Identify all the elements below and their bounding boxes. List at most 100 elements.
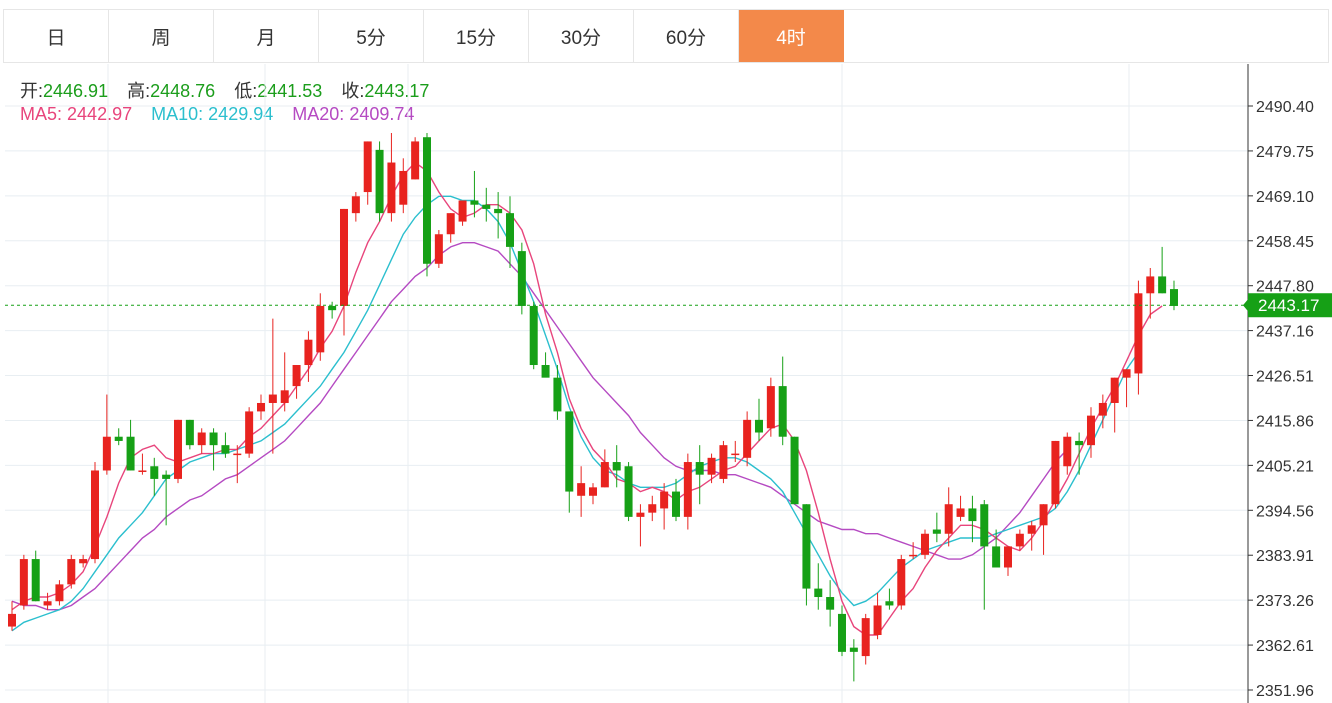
candle-body-52 bbox=[624, 466, 633, 517]
candle-body-39 bbox=[470, 200, 479, 205]
candle-body-11 bbox=[138, 470, 147, 472]
candle-body-73 bbox=[873, 605, 882, 635]
candle-body-63 bbox=[754, 419, 763, 433]
candle-body-19 bbox=[233, 453, 242, 456]
y-tick-label-12: 2362.61 bbox=[1256, 638, 1314, 655]
candle-body-67 bbox=[802, 504, 811, 589]
candle-body-7 bbox=[90, 470, 99, 560]
candle-body-15 bbox=[185, 419, 194, 446]
candle-body-50 bbox=[600, 462, 609, 488]
candle-body-29 bbox=[351, 196, 360, 214]
candle-body-33 bbox=[399, 170, 408, 205]
candle-body-69 bbox=[826, 597, 835, 610]
candle-body-37 bbox=[446, 213, 455, 235]
y-tick-label-1: 2479.75 bbox=[1256, 144, 1314, 161]
candle-body-66 bbox=[790, 436, 799, 505]
candle-body-72 bbox=[861, 618, 870, 657]
candle-body-40 bbox=[482, 204, 491, 209]
candle-body-47 bbox=[565, 411, 574, 492]
candle-body-1 bbox=[19, 559, 28, 606]
candle-body-86 bbox=[1027, 525, 1036, 534]
y-tick-label-10: 2383.91 bbox=[1256, 548, 1314, 565]
ma5-line bbox=[11, 161, 1163, 636]
y-tick-label-8: 2405.21 bbox=[1256, 458, 1314, 475]
candle-body-49 bbox=[588, 487, 597, 496]
candle-body-16 bbox=[197, 432, 206, 446]
y-tick-label-11: 2373.26 bbox=[1256, 593, 1314, 610]
candle-body-74 bbox=[885, 601, 894, 606]
y-tick-label-0: 2490.40 bbox=[1256, 99, 1314, 116]
candle-body-22 bbox=[268, 394, 277, 403]
candle-body-32 bbox=[387, 162, 396, 214]
candle-body-96 bbox=[1146, 276, 1155, 294]
y-tick-label-4: 2447.80 bbox=[1256, 279, 1314, 296]
candle-body-59 bbox=[707, 457, 716, 475]
candle-body-55 bbox=[660, 491, 669, 509]
candle-body-76 bbox=[909, 554, 918, 557]
candle-body-68 bbox=[814, 588, 823, 598]
candle-body-53 bbox=[636, 512, 645, 517]
candle-body-75 bbox=[897, 559, 906, 606]
candle-body-60 bbox=[719, 445, 728, 479]
candle-body-25 bbox=[304, 339, 313, 366]
candle-body-46 bbox=[553, 377, 562, 412]
candle-body-35 bbox=[422, 137, 431, 264]
candle-body-87 bbox=[1039, 504, 1048, 526]
candle-body-21 bbox=[256, 402, 265, 412]
candle-body-65 bbox=[778, 386, 787, 437]
candle-body-26 bbox=[316, 305, 325, 353]
candle-body-92 bbox=[1098, 402, 1107, 416]
candle-body-24 bbox=[292, 365, 301, 387]
candle-body-3 bbox=[43, 601, 52, 606]
candle-body-70 bbox=[837, 613, 846, 652]
candle-body-79 bbox=[944, 504, 953, 534]
candle-body-28 bbox=[339, 208, 348, 306]
ma20-line bbox=[11, 241, 1068, 611]
candle-body-51 bbox=[612, 462, 621, 471]
candle-body-12 bbox=[150, 466, 159, 479]
candle-body-78 bbox=[932, 529, 941, 534]
candle-body-56 bbox=[671, 491, 680, 517]
candle-body-62 bbox=[743, 419, 752, 458]
candle-body-85 bbox=[1015, 533, 1024, 547]
candle-body-93 bbox=[1110, 377, 1119, 403]
candle-body-82 bbox=[980, 504, 989, 547]
candle-body-6 bbox=[79, 559, 88, 564]
candle-body-31 bbox=[375, 149, 384, 214]
candle-body-36 bbox=[434, 234, 443, 264]
candle-body-14 bbox=[173, 419, 182, 479]
candle-body-42 bbox=[505, 213, 514, 247]
y-tick-label-2: 2469.10 bbox=[1256, 189, 1314, 206]
y-tick-label-5: 2437.16 bbox=[1256, 324, 1314, 341]
candle-body-61 bbox=[731, 453, 740, 456]
candle-body-94 bbox=[1122, 369, 1131, 378]
candle-body-83 bbox=[992, 546, 1001, 568]
candle-body-8 bbox=[102, 436, 111, 471]
candle-body-30 bbox=[363, 141, 372, 193]
y-tick-label-6: 2426.51 bbox=[1256, 369, 1314, 386]
last-price-label: 2443.17 bbox=[1258, 296, 1319, 315]
candle-body-58 bbox=[695, 462, 704, 475]
candle-body-89 bbox=[1063, 436, 1072, 467]
y-tick-label-9: 2394.56 bbox=[1256, 503, 1314, 520]
candlestick-chart[interactable]: 2490.40 2479.75 2469.10 2458.45 2447.80 2437.… bbox=[0, 0, 1332, 703]
candle-body-80 bbox=[956, 508, 965, 517]
candle-body-41 bbox=[494, 208, 503, 214]
candle-body-4 bbox=[55, 584, 64, 602]
candle-body-48 bbox=[577, 483, 586, 496]
candle-body-2 bbox=[31, 559, 40, 602]
candle-body-20 bbox=[245, 411, 254, 454]
candle-body-13 bbox=[162, 474, 171, 479]
candle-body-90 bbox=[1075, 440, 1084, 446]
candle-body-10 bbox=[126, 436, 135, 471]
y-tick-label-7: 2415.86 bbox=[1256, 413, 1314, 430]
candle-body-84 bbox=[1003, 546, 1012, 568]
candle-body-81 bbox=[968, 508, 977, 522]
y-tick-label-3: 2458.45 bbox=[1256, 234, 1314, 251]
candle-body-88 bbox=[1051, 440, 1060, 505]
candle-body-43 bbox=[517, 251, 526, 306]
candle-body-54 bbox=[648, 504, 657, 513]
candle-body-9 bbox=[114, 436, 123, 441]
candle-body-18 bbox=[221, 445, 230, 454]
candle-body-44 bbox=[529, 305, 538, 366]
